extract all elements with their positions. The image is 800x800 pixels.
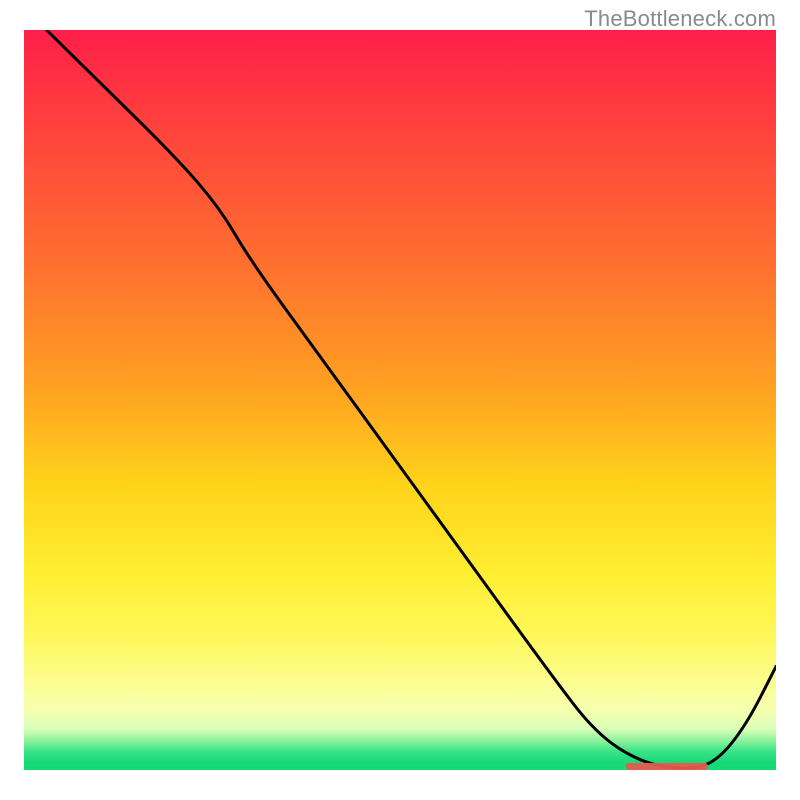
chart-stage: TheBottleneck.com xyxy=(0,0,800,800)
trough-marker xyxy=(626,763,709,770)
bottleneck-curve xyxy=(24,30,776,770)
curve-path xyxy=(47,30,776,768)
plot-area xyxy=(24,30,776,770)
watermark-text: TheBottleneck.com xyxy=(584,6,776,32)
